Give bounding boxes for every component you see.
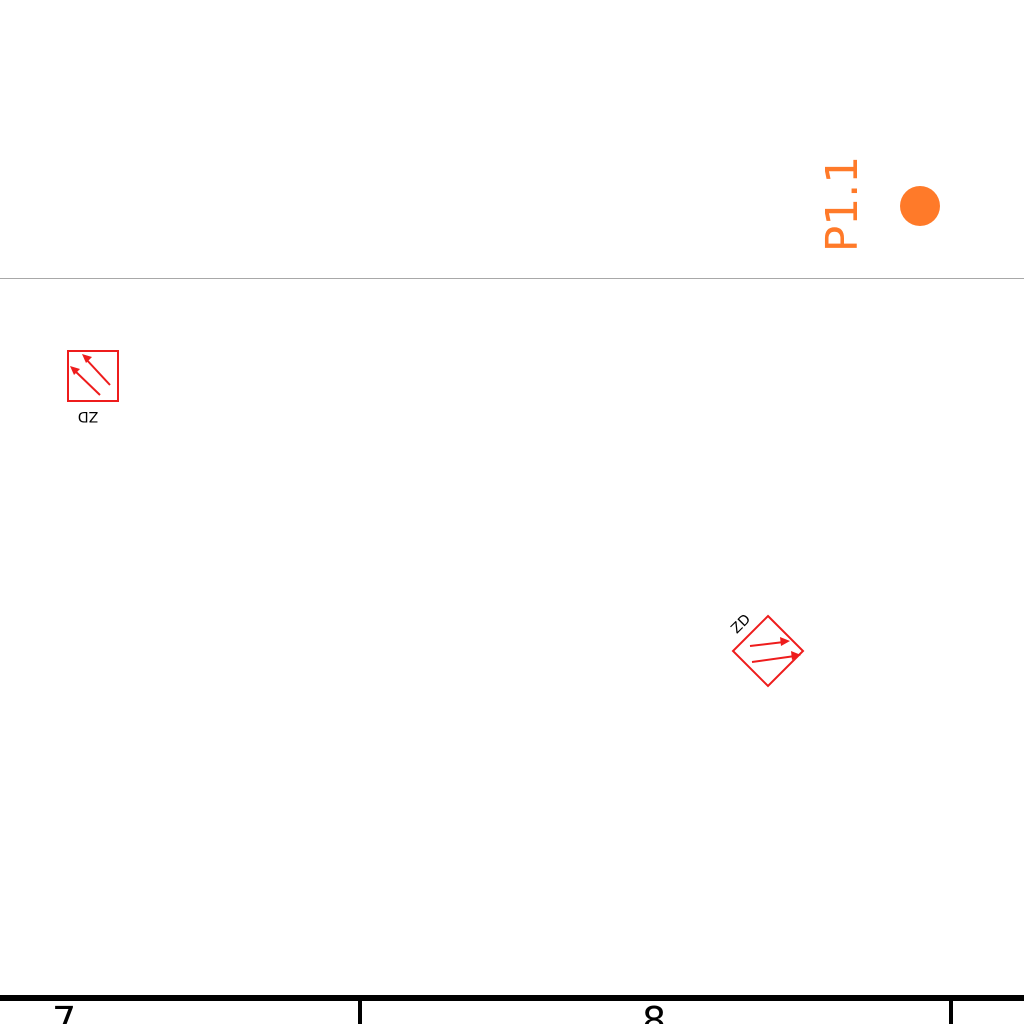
zd-square-symbol[interactable]: ZD — [67, 350, 119, 424]
title-block-border — [0, 995, 1024, 1001]
symbol-code-label: ZD — [78, 408, 98, 424]
grid-number: 7 — [52, 999, 77, 1024]
grid-number: 8 — [642, 999, 667, 1024]
symbols-layer: ZD ZD — [67, 350, 805, 688]
square-frame — [67, 350, 119, 402]
title-block-divider — [949, 1000, 953, 1024]
diagonal-arrows-icon — [70, 354, 111, 396]
title-block-divider — [358, 1000, 362, 1024]
zd-diamond-symbol[interactable]: ZD — [728, 611, 805, 688]
drawing-canvas: P1.1 ZD ZD 7 8 — [0, 0, 1024, 1024]
